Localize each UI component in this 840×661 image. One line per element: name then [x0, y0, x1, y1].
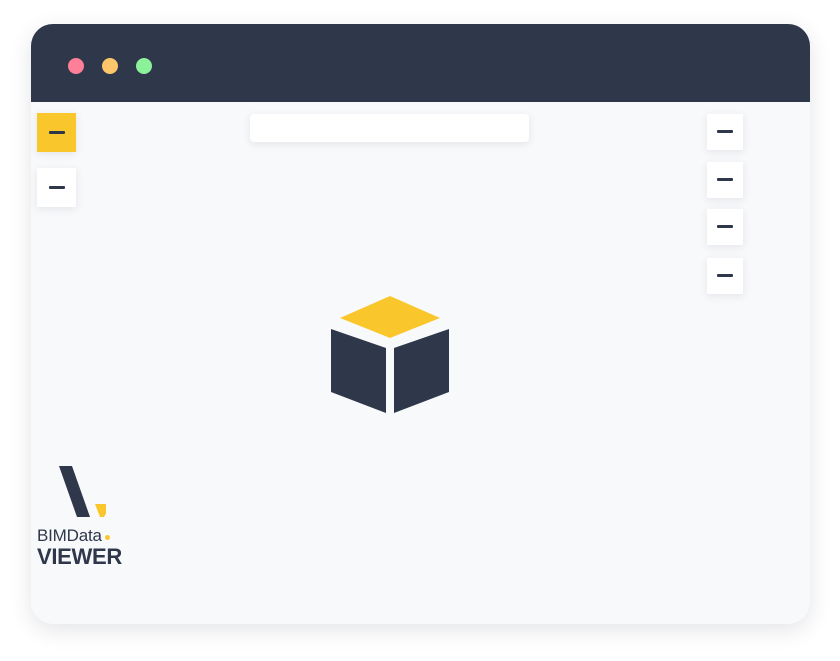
left-tool-button-active[interactable]: [37, 113, 76, 152]
logo-brand-text: BIMData: [37, 526, 110, 546]
cube-top-face: [340, 296, 440, 338]
minus-icon: [49, 131, 65, 134]
minus-icon: [717, 225, 733, 228]
cube-icon: [331, 296, 449, 413]
logo-product-text: VIEWER: [37, 544, 122, 569]
bimdata-logo-mark-icon: [59, 466, 106, 517]
maximize-dot-icon[interactable]: [136, 58, 152, 74]
close-dot-icon[interactable]: [68, 58, 84, 74]
minus-icon: [717, 274, 733, 277]
logo-dot-icon: [104, 535, 110, 540]
search-input[interactable]: [250, 114, 529, 142]
minimize-dot-icon[interactable]: [102, 58, 118, 74]
right-tool-button-2[interactable]: [707, 162, 743, 198]
right-tool-button-4[interactable]: [707, 258, 743, 294]
minus-icon: [717, 178, 733, 181]
right-tool-button-3[interactable]: [707, 209, 743, 245]
cube-right-face: [394, 329, 449, 413]
right-tool-button-1[interactable]: [707, 114, 743, 150]
minus-icon: [49, 186, 65, 189]
window-titlebar: [31, 24, 810, 102]
cube-left-face: [331, 329, 386, 413]
left-tool-button[interactable]: [37, 168, 76, 207]
bimdata-viewer-logo: BIMData VIEWER: [37, 466, 147, 576]
minus-icon: [717, 130, 733, 133]
